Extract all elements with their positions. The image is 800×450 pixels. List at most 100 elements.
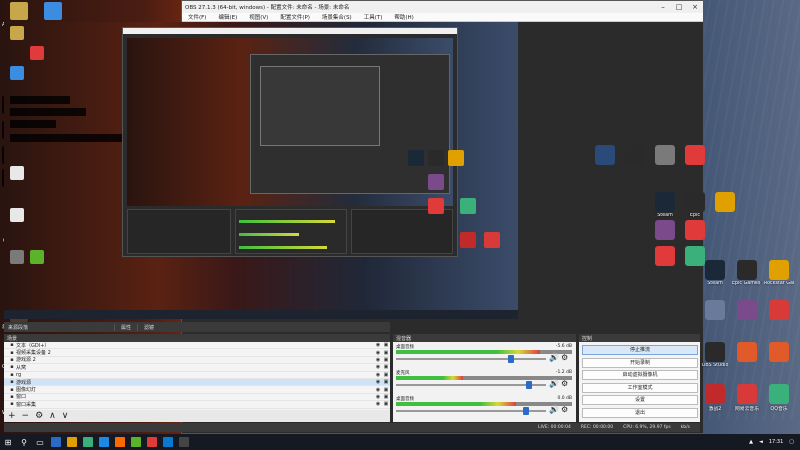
taskbar-app[interactable]	[160, 434, 176, 450]
control-button[interactable]: 启动虚拟摄像机	[582, 370, 698, 381]
gear-icon[interactable]: ⚙	[35, 411, 43, 421]
desktop-icon[interactable]: Steam	[650, 192, 680, 218]
volume-slider[interactable]	[396, 358, 546, 360]
desktop-icon[interactable]: Epic	[680, 192, 710, 218]
add-icon[interactable]: +	[8, 411, 16, 421]
volume-slider[interactable]	[396, 384, 546, 386]
move-down-icon[interactable]: ∨	[62, 411, 69, 421]
source-properties-bar: 来源段落 属性 滤镜	[4, 322, 390, 332]
desktop-icon[interactable]	[700, 300, 730, 321]
desktop-icon[interactable]: OBS Studio	[700, 342, 730, 368]
eye-icon[interactable]: ◉	[374, 387, 382, 393]
speaker-icon[interactable]: 🔊	[549, 405, 559, 414]
taskbar-app[interactable]	[96, 434, 112, 450]
source-type-icon: ▪	[10, 379, 14, 386]
lock-icon[interactable]: ▣	[382, 379, 390, 385]
eye-icon[interactable]: ◉	[374, 379, 382, 385]
desktop-icon[interactable]	[764, 300, 794, 321]
volume-slider-handle[interactable]	[522, 407, 529, 415]
eye-icon[interactable]: ◉	[374, 372, 382, 378]
desktop-icon[interactable]	[590, 145, 620, 166]
lock-icon[interactable]: ▣	[382, 357, 390, 363]
desktop-icon[interactable]: Epic Games Launcher	[732, 260, 762, 286]
desktop-icon[interactable]	[650, 145, 680, 166]
lock-icon[interactable]: ▣	[382, 372, 390, 378]
eye-icon[interactable]: ◉	[374, 342, 382, 348]
menu-item[interactable]: 视图(V)	[243, 13, 274, 21]
lock-icon[interactable]: ▣	[382, 387, 390, 393]
control-button[interactable]: 停止推流	[582, 345, 698, 355]
preview-app-icon	[428, 150, 444, 166]
taskbar-app[interactable]	[80, 434, 96, 450]
app-icon	[705, 300, 725, 320]
desktop-icon[interactable]	[650, 220, 680, 241]
control-button[interactable]: 退出	[582, 408, 698, 418]
lock-icon[interactable]: ▣	[382, 350, 390, 356]
menu-item[interactable]: 工具(T)	[358, 13, 389, 21]
menu-item[interactable]: 编辑(E)	[212, 13, 243, 21]
eye-icon[interactable]: ◉	[374, 364, 382, 370]
desktop-icon[interactable]	[732, 300, 762, 321]
eye-icon[interactable]: ◉	[374, 357, 382, 363]
taskbar-app[interactable]	[128, 434, 144, 450]
control-button[interactable]: 开始录制	[582, 357, 698, 368]
menu-item[interactable]: 场景集合(S)	[316, 13, 358, 21]
task-view-icon[interactable]: ▭	[32, 434, 48, 450]
control-button[interactable]: 工作室模式	[582, 382, 698, 393]
taskbar-app[interactable]	[48, 434, 64, 450]
eye-icon[interactable]: ◉	[374, 401, 382, 407]
close-icon[interactable]: ×	[687, 3, 703, 11]
tab-filters[interactable]: 滤镜	[137, 323, 160, 331]
taskbar-app[interactable]	[176, 434, 192, 450]
desktop-icon[interactable]	[764, 342, 794, 363]
desktop-icon[interactable]	[732, 342, 762, 363]
gear-icon[interactable]: ⚙	[561, 353, 568, 362]
network-icon[interactable]: ▲	[749, 439, 753, 445]
eye-icon[interactable]: ◉	[374, 350, 382, 356]
maximize-icon[interactable]: □	[671, 3, 687, 11]
clock[interactable]: 17:31	[769, 439, 783, 445]
desktop-icon[interactable]	[650, 246, 680, 267]
lock-icon[interactable]: ▣	[382, 394, 390, 400]
control-button[interactable]: 设置	[582, 395, 698, 406]
menu-item[interactable]: 帮助(H)	[388, 13, 419, 21]
minimize-icon[interactable]: –	[655, 3, 671, 11]
lock-icon[interactable]: ▣	[382, 401, 390, 407]
desktop-icon[interactable]	[680, 220, 710, 241]
taskbar-app[interactable]	[112, 434, 128, 450]
source-row[interactable]: ▪ 窗口采集 ◉ ▣	[4, 401, 390, 409]
desktop-icon[interactable]: Rockstar Games	[764, 260, 794, 286]
lock-icon[interactable]: ▣	[382, 364, 390, 370]
speaker-icon[interactable]: 🔊	[549, 353, 559, 362]
desktop-icon[interactable]: 激战2	[700, 384, 730, 412]
windows-start-icon[interactable]: ⊞	[0, 434, 16, 450]
remove-icon[interactable]: −	[22, 411, 30, 421]
desktop-icon[interactable]: QQ音乐	[764, 384, 794, 412]
volume-icon[interactable]: ◄	[759, 439, 763, 445]
desktop-icon[interactable]	[710, 192, 740, 213]
taskbar-app[interactable]	[64, 434, 80, 450]
notification-icon[interactable]: ▢	[789, 439, 794, 445]
volume-slider-handle[interactable]	[508, 355, 515, 363]
desktop-icon[interactable]	[680, 145, 710, 166]
desktop-icon[interactable]	[620, 145, 650, 166]
speaker-icon[interactable]: 🔊	[549, 379, 559, 388]
file-icon	[10, 2, 28, 20]
source-row[interactable]: ▪ 从窝 ◉ ▣	[4, 364, 390, 372]
app-icon	[595, 145, 615, 165]
menu-item[interactable]: 文件(F)	[182, 13, 212, 21]
move-up-icon[interactable]: ∧	[49, 411, 56, 421]
preview-canvas[interactable]	[4, 22, 518, 319]
app-icon	[705, 342, 725, 362]
eye-icon[interactable]: ◉	[374, 394, 382, 400]
taskbar-app[interactable]	[144, 434, 160, 450]
gear-icon[interactable]: ⚙	[561, 379, 568, 388]
menu-item[interactable]: 配置文件(P)	[274, 13, 316, 21]
desktop-icon[interactable]: 网易云音乐	[732, 384, 762, 412]
lock-icon[interactable]: ▣	[382, 342, 390, 348]
search-icon[interactable]: ⚲	[16, 434, 32, 450]
gear-icon[interactable]: ⚙	[561, 405, 568, 414]
tab-properties[interactable]: 属性	[114, 323, 137, 331]
desktop-icon[interactable]: Steam	[700, 260, 730, 286]
volume-slider-handle[interactable]	[525, 381, 532, 389]
